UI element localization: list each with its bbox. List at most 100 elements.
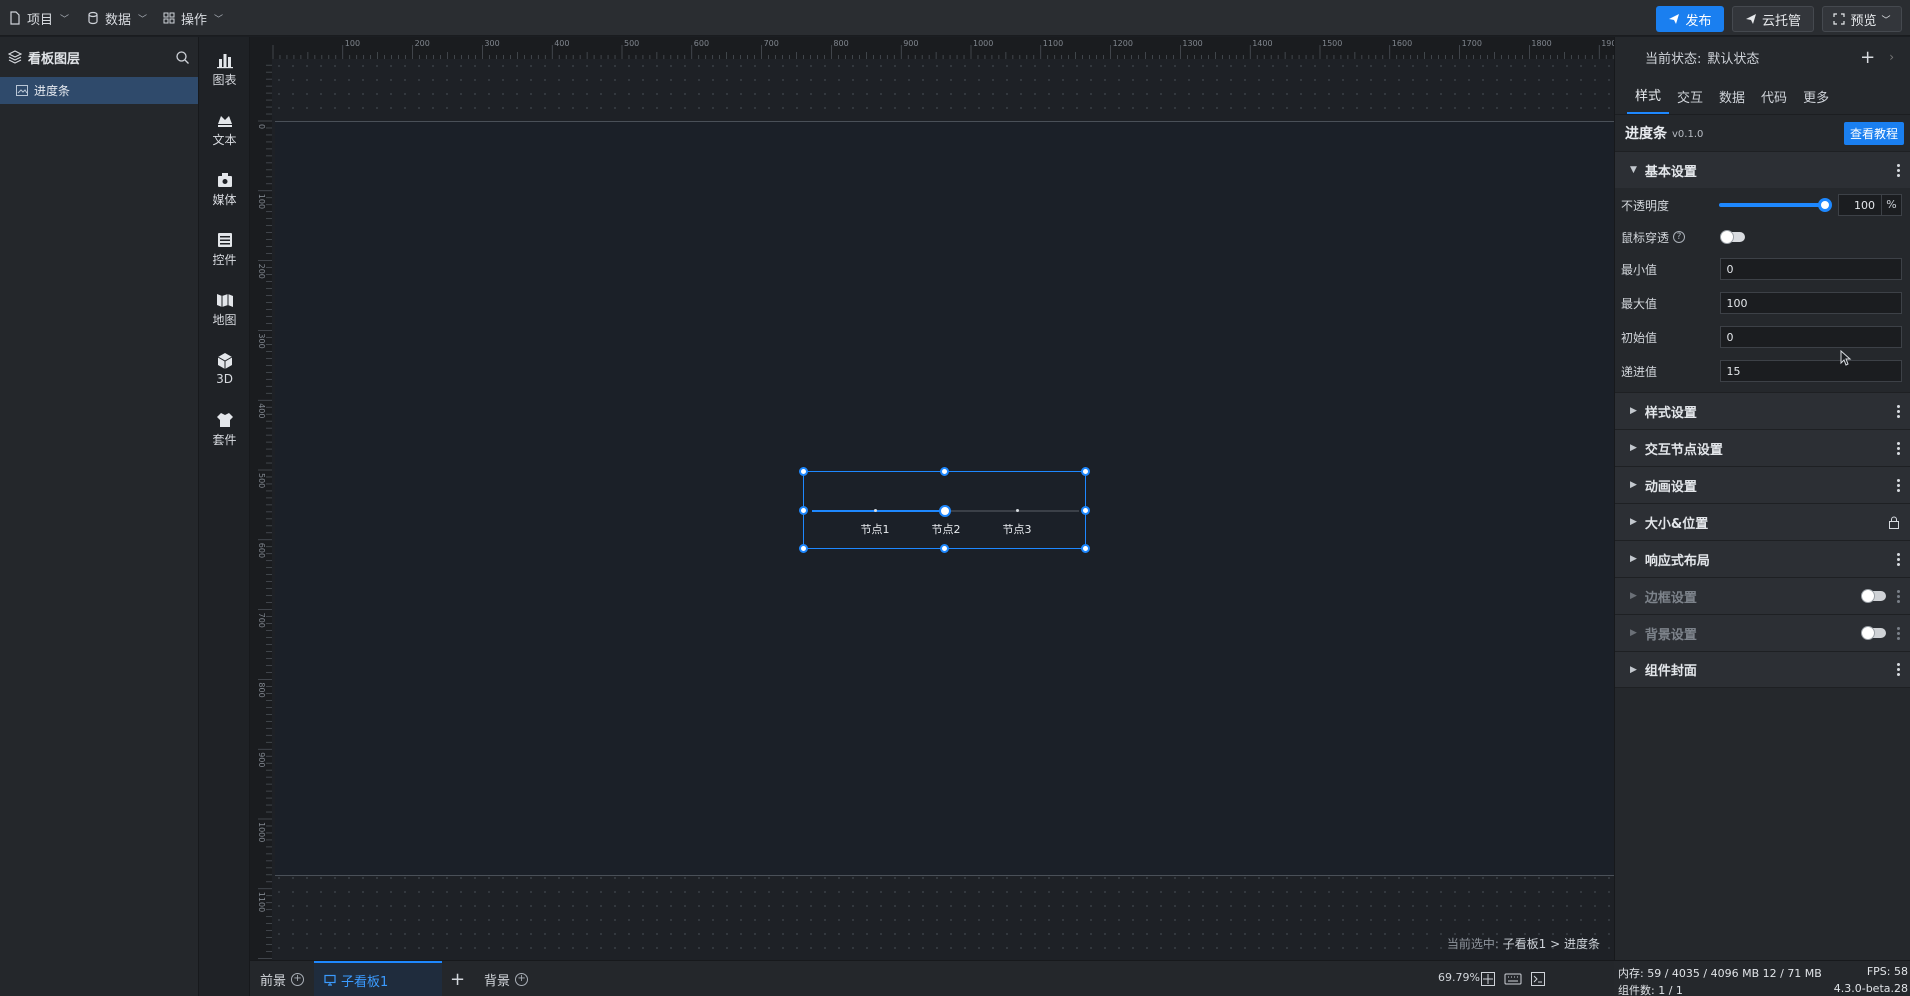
component-name: 进度条 — [1625, 126, 1667, 142]
ruler-label: 1500 — [1322, 39, 1342, 48]
ruler-label: 1600 — [1392, 39, 1412, 48]
tab-code[interactable]: 代码 — [1753, 87, 1795, 114]
menu-data[interactable]: 数据 ﹀ — [86, 0, 147, 36]
background-toggle[interactable] — [1861, 626, 1886, 640]
resize-handle-ne[interactable] — [1081, 467, 1090, 476]
cloud-host-button[interactable]: 云托管 — [1732, 6, 1814, 32]
status-bar: 内存: 59 / 4035 / 4096 MB 12 / 71 MB 组件数: … — [1614, 960, 1910, 996]
ruler-label: 700 — [764, 39, 779, 48]
resize-handle-nw[interactable] — [799, 467, 808, 476]
fit-screen-icon[interactable] — [1480, 971, 1496, 987]
menu-project-label: 项目 — [27, 12, 54, 28]
resize-handle-e[interactable] — [1081, 506, 1090, 515]
border-toggle[interactable] — [1861, 589, 1886, 603]
lock-icon[interactable] — [1888, 516, 1900, 529]
section-cover[interactable]: ▶ 组件封面 — [1615, 651, 1910, 688]
search-icon[interactable] — [175, 50, 190, 65]
opacity-slider[interactable] — [1718, 198, 1832, 212]
section-interaction-nodes[interactable]: ▶ 交互节点设置 — [1615, 429, 1910, 466]
section-background[interactable]: ▶ 背景设置 — [1615, 614, 1910, 651]
resize-handle-s[interactable] — [940, 544, 949, 553]
resize-handle-sw[interactable] — [799, 544, 808, 553]
chevron-right-icon[interactable]: › — [1889, 50, 1894, 64]
add-state-icon[interactable]: + — [1860, 47, 1875, 68]
tab-subboard[interactable]: 子看板1 — [314, 961, 442, 996]
tab-interaction[interactable]: 交互 — [1669, 87, 1711, 114]
tab-style[interactable]: 样式 — [1627, 85, 1670, 114]
passthrough-toggle[interactable] — [1720, 230, 1745, 244]
rail-item-map[interactable]: 地图 — [199, 283, 250, 335]
section-responsive[interactable]: ▶ 响应式布局 — [1615, 540, 1910, 577]
init-row: 初始值 — [1615, 320, 1910, 354]
layer-item[interactable]: 进度条 — [0, 77, 198, 104]
rail-item-widget[interactable]: 控件 — [199, 223, 250, 275]
section-animation[interactable]: ▶ 动画设置 — [1615, 466, 1910, 503]
tab-foreground-label: 前景 — [260, 973, 287, 989]
menu-data-label: 数据 — [105, 12, 132, 28]
chevron-down-icon: ﹀ — [1881, 15, 1891, 26]
canvas-area[interactable]: 100 200 300 400 500 600 700 800 900 1000 1100 1200 1… — [250, 37, 1614, 960]
tab-subboard-label: 子看板1 — [341, 974, 389, 990]
section-size-position[interactable]: ▶ 大小&位置 — [1615, 503, 1910, 540]
rail-item-kit[interactable]: 套件 — [199, 403, 250, 455]
ruler-label: 1700 — [1462, 39, 1482, 48]
more-vertical-icon[interactable] — [1896, 626, 1900, 640]
more-vertical-icon[interactable] — [1896, 663, 1900, 676]
min-input[interactable] — [1719, 258, 1902, 280]
slider-knob[interactable] — [1818, 198, 1832, 212]
more-vertical-icon[interactable] — [1896, 441, 1900, 455]
selected-path-value: 子看板1 > 进度条 — [1502, 937, 1600, 951]
rail-item-3d[interactable]: 3D — [199, 343, 250, 395]
section-style[interactable]: ▶ 样式设置 — [1615, 392, 1910, 429]
node-label[interactable]: 节点1 — [861, 521, 890, 537]
publish-button[interactable]: 发布 — [1656, 6, 1724, 32]
progress-thumb[interactable] — [939, 505, 951, 517]
step-input[interactable] — [1719, 360, 1902, 382]
resize-handle-w[interactable] — [799, 506, 808, 515]
more-vertical-icon[interactable] — [1896, 163, 1900, 177]
section-basic[interactable]: ▼ 基本设置 — [1615, 151, 1910, 188]
menu-project[interactable]: 项目 ﹀ — [8, 0, 69, 36]
horizontal-ruler[interactable]: 100 200 300 400 500 600 700 800 900 1000 1100 1200 1… — [250, 37, 1614, 59]
zoom-level[interactable]: 69.79% — [1438, 971, 1480, 984]
rail-item-chart[interactable]: 图表 — [199, 43, 250, 95]
progress-bar-component[interactable]: 节点1 节点2 节点3 — [799, 467, 1090, 553]
menu-operation[interactable]: 操作 ﹀ — [162, 0, 223, 36]
add-circle-icon[interactable]: + — [291, 972, 305, 986]
tab-more[interactable]: 更多 — [1795, 87, 1837, 114]
preview-button[interactable]: 预览 ﹀ — [1822, 6, 1902, 32]
vertical-ruler[interactable]: 0100200300400500600700800900100011001200 — [250, 37, 272, 960]
terminal-icon[interactable] — [1530, 971, 1546, 987]
widget-icon — [217, 232, 232, 247]
node-label[interactable]: 节点3 — [1003, 521, 1032, 537]
caret-right-icon: ▶ — [1630, 517, 1637, 527]
section-label: 交互节点设置 — [1644, 442, 1723, 458]
tab-data[interactable]: 数据 — [1711, 87, 1753, 114]
tab-background[interactable]: 背景 + — [484, 961, 529, 996]
help-icon[interactable]: ? — [1673, 231, 1686, 243]
max-input[interactable] — [1719, 292, 1902, 314]
section-border[interactable]: ▶ 边框设置 — [1615, 577, 1910, 614]
tutorial-button[interactable]: 查看教程 — [1843, 121, 1904, 145]
more-vertical-icon[interactable] — [1896, 552, 1900, 566]
resize-handle-se[interactable] — [1081, 544, 1090, 553]
rail-item-text[interactable]: 文本 — [199, 103, 250, 155]
progress-track-fill — [812, 510, 946, 512]
opacity-input[interactable] — [1839, 195, 1881, 215]
section-label: 样式设置 — [1644, 405, 1697, 421]
node-label[interactable]: 节点2 — [932, 521, 961, 537]
tab-foreground[interactable]: 前景 + — [260, 961, 305, 996]
keyboard-icon[interactable] — [1504, 971, 1522, 987]
more-vertical-icon[interactable] — [1896, 589, 1900, 603]
ruler-label: 1400 — [1252, 39, 1272, 48]
rail-item-media[interactable]: 媒体 — [199, 163, 250, 215]
more-vertical-icon[interactable] — [1896, 478, 1900, 492]
add-board-icon[interactable]: + — [450, 961, 465, 996]
resize-handle-n[interactable] — [940, 467, 949, 476]
state-value[interactable]: 默认状态 — [1707, 48, 1759, 67]
more-vertical-icon[interactable] — [1896, 404, 1900, 418]
init-input[interactable] — [1719, 326, 1902, 348]
add-circle-icon[interactable]: + — [515, 972, 529, 986]
layer-panel: 看板图层 进度条 — [0, 37, 199, 996]
kit-icon — [216, 412, 233, 427]
